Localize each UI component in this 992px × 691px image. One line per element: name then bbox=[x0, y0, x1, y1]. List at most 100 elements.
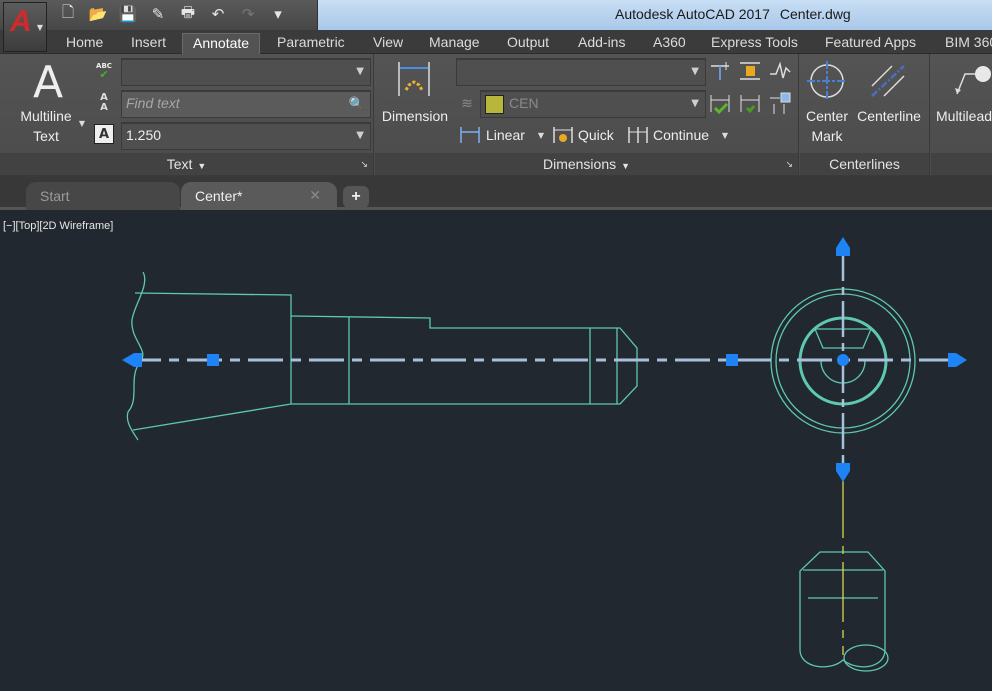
adjust-space-icon[interactable] bbox=[738, 60, 762, 82]
multiline-text-dropdown-icon[interactable]: ▼ bbox=[77, 118, 87, 128]
layer-stack-icon: ≋ bbox=[461, 96, 473, 112]
chevron-down-icon: ▼ bbox=[691, 66, 699, 77]
new-icon[interactable]: 🗋 bbox=[58, 3, 78, 24]
dimensions-panel-label: Dimensions bbox=[542, 156, 617, 172]
multiline-text-label-1: Multiline bbox=[20, 108, 72, 124]
window-title: Autodesk AutoCAD 2017 Center.dwg bbox=[615, 6, 851, 22]
tab-insert[interactable]: Insert bbox=[121, 33, 176, 54]
grip-arrow-right[interactable] bbox=[948, 353, 967, 367]
check-spelling-icon[interactable]: ABC ✔ bbox=[93, 60, 115, 82]
chevron-down-icon: ▼ bbox=[356, 66, 364, 77]
customize-icon[interactable]: ▾ bbox=[268, 4, 288, 24]
tab-start[interactable]: Start bbox=[26, 182, 180, 210]
multileader-button[interactable]: Multileader bbox=[936, 106, 992, 126]
grip-arrow-bottom[interactable] bbox=[836, 463, 850, 482]
tab-start-label: Start bbox=[40, 188, 70, 204]
layer-color-swatch bbox=[485, 95, 504, 114]
save-as-icon[interactable]: ✎ bbox=[148, 4, 168, 24]
dimension-layer-dropdown[interactable]: CEN ▼ bbox=[480, 90, 706, 118]
tab-parametric[interactable]: Parametric bbox=[267, 33, 355, 54]
center-mark-label-2: Mark bbox=[811, 128, 843, 144]
undo-icon[interactable]: ↶ bbox=[208, 4, 228, 24]
tab-express-tools[interactable]: Express Tools bbox=[701, 33, 808, 54]
find-replace-icon[interactable]: 🔍 bbox=[346, 94, 368, 114]
continue-dimension-icon[interactable] bbox=[627, 125, 649, 145]
centerline-button[interactable]: Centerline bbox=[854, 106, 924, 126]
find-text-input[interactable]: Find text 🔍 bbox=[121, 90, 371, 118]
drawing-canvas[interactable]: [−][Top][2D Wireframe] bbox=[0, 213, 992, 691]
multiline-text-icon[interactable]: A bbox=[28, 57, 68, 108]
save-icon[interactable]: 💾 bbox=[118, 4, 138, 24]
centerlines-panel-title[interactable]: Centerlines bbox=[800, 153, 929, 175]
text-align-icon[interactable]: AA bbox=[96, 92, 112, 114]
tab-manage[interactable]: Manage bbox=[419, 33, 490, 54]
linear-dropdown-icon[interactable]: ▼ bbox=[537, 130, 545, 140]
tab-bim-360[interactable]: BIM 360 bbox=[935, 33, 992, 54]
drawing-area[interactable] bbox=[0, 213, 992, 691]
dimensions-panel-title[interactable]: Dimensions ▼ bbox=[375, 153, 798, 175]
grip-arrow-top[interactable] bbox=[836, 237, 850, 256]
centerline-icon[interactable] bbox=[868, 62, 908, 100]
tab-annotate[interactable]: Annotate bbox=[182, 33, 261, 54]
tab-add-ins[interactable]: Add-ins bbox=[568, 33, 635, 54]
grip-square[interactable] bbox=[726, 354, 738, 366]
scale-text-icon[interactable]: A bbox=[94, 124, 114, 144]
application-menu-button[interactable]: A ▼ bbox=[3, 2, 47, 52]
centerlines-panel-label: Centerlines bbox=[829, 156, 900, 172]
multiline-text-label-2: Text bbox=[33, 128, 59, 144]
dialog-launcher-icon[interactable]: ↘ bbox=[360, 160, 368, 170]
center-mark-button[interactable]: Center Mark bbox=[803, 106, 851, 146]
tab-featured-apps[interactable]: Featured Apps bbox=[815, 33, 926, 54]
dimension-style-dropdown[interactable]: ▼ bbox=[456, 58, 706, 86]
close-icon[interactable]: ✕ bbox=[309, 187, 321, 204]
layer-value: CEN bbox=[509, 95, 539, 111]
plot-icon[interactable]: 🖶 bbox=[178, 3, 198, 24]
tab-view[interactable]: View bbox=[363, 33, 413, 54]
tab-home[interactable]: Home bbox=[56, 33, 113, 54]
update-dimension-icon[interactable] bbox=[738, 92, 762, 114]
redo-icon[interactable]: ↷ bbox=[238, 4, 258, 24]
title-bar: 🗋 📂 💾 ✎ 🖶 ↶ ↷ ▾ Autodesk AutoCAD 2017 Center.dwg bbox=[0, 0, 992, 30]
continue-dropdown-icon[interactable]: ▼ bbox=[721, 130, 729, 140]
grip-square[interactable] bbox=[207, 354, 219, 366]
shaft-drawing bbox=[126, 271, 638, 441]
dialog-launcher-icon[interactable]: ↘ bbox=[785, 160, 793, 170]
app-name: Autodesk AutoCAD 2017 bbox=[615, 6, 770, 22]
document-tab-bar: Start Center* ✕ + bbox=[0, 177, 992, 210]
continue-dimension-button[interactable]: Continue bbox=[653, 125, 709, 145]
grip-arrow-left[interactable] bbox=[122, 353, 142, 367]
text-height-value: 1.250 bbox=[126, 127, 162, 143]
quick-dimension-icon[interactable] bbox=[552, 125, 574, 145]
ribbon: A Multiline Text ▼ ABC ✔ AA A ▼ Find tex… bbox=[0, 54, 992, 177]
text-style-dropdown[interactable]: ▼ bbox=[121, 58, 371, 86]
file-name: Center.dwg bbox=[779, 6, 851, 22]
multileader-icon[interactable] bbox=[951, 64, 992, 102]
dimension-button[interactable]: Dimension bbox=[379, 106, 451, 126]
chevron-down-icon: ▼ bbox=[356, 130, 364, 141]
linear-dimension-icon[interactable] bbox=[459, 125, 481, 145]
tab-output[interactable]: Output bbox=[497, 33, 559, 54]
center-mark-icon[interactable] bbox=[807, 61, 847, 101]
tab-a360[interactable]: A360 bbox=[643, 33, 696, 54]
reassociate-icon[interactable] bbox=[768, 92, 792, 114]
tab-center[interactable]: Center* ✕ bbox=[181, 182, 337, 210]
multiline-text-button[interactable]: Multiline Text bbox=[10, 106, 82, 146]
dimension-jog-icon[interactable] bbox=[768, 60, 792, 82]
chevron-down-icon: ▼ bbox=[691, 98, 699, 109]
chevron-down-icon: ▼ bbox=[621, 161, 631, 171]
center-mark-label-1: Center bbox=[805, 108, 849, 124]
text-height-dropdown[interactable]: 1.250 ▼ bbox=[121, 122, 371, 150]
dimensions-panel: Dimension ▼ ≋ CEN ▼ Linear ▼ Quick Conti… bbox=[375, 54, 799, 175]
grip-center[interactable] bbox=[837, 354, 849, 366]
chevron-down-icon: ▼ bbox=[197, 161, 207, 171]
side-view-drawing bbox=[799, 551, 889, 672]
linear-dimension-button[interactable]: Linear bbox=[486, 125, 525, 145]
text-panel: A Multiline Text ▼ ABC ✔ AA A ▼ Find tex… bbox=[0, 54, 374, 175]
text-panel-title[interactable]: Text ▼ bbox=[0, 153, 373, 175]
dimension-icon[interactable] bbox=[395, 60, 433, 98]
new-tab-button[interactable]: + bbox=[343, 186, 369, 208]
open-icon[interactable]: 📂 bbox=[88, 4, 108, 24]
inspect-icon[interactable] bbox=[708, 92, 732, 114]
break-dimension-icon[interactable] bbox=[708, 60, 732, 82]
quick-dimension-button[interactable]: Quick bbox=[578, 125, 614, 145]
